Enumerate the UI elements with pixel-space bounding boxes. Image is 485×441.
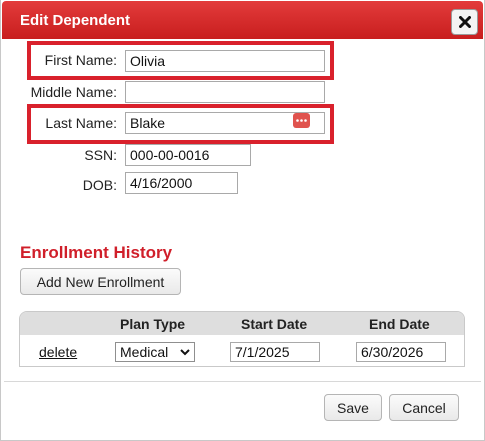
- dob-field[interactable]: [125, 172, 238, 194]
- enrollment-table: Plan Type Start Date End Date delete Med…: [19, 311, 465, 367]
- last-name-label: Last Name:: [45, 115, 117, 131]
- column-end-date: End Date: [369, 316, 430, 332]
- column-plan-type: Plan Type: [120, 316, 186, 332]
- middle-name-field[interactable]: [125, 81, 325, 103]
- dialog-titlebar[interactable]: Edit Dependent: [2, 1, 483, 39]
- cancel-button[interactable]: Cancel: [389, 394, 459, 421]
- enrollment-table-header: Plan Type Start Date End Date: [20, 312, 464, 335]
- save-button[interactable]: Save: [324, 394, 382, 421]
- password-manager-icon[interactable]: [293, 113, 310, 128]
- ssn-field[interactable]: [125, 144, 251, 166]
- middle-name-label: Middle Name:: [30, 84, 117, 100]
- dialog-title: Edit Dependent: [20, 12, 131, 29]
- end-date-field[interactable]: [356, 342, 446, 362]
- ssn-label: SSN:: [84, 147, 117, 163]
- first-name-label: First Name:: [44, 52, 117, 68]
- column-start-date: Start Date: [241, 316, 308, 332]
- footer-divider: [4, 381, 481, 382]
- add-new-enrollment-button[interactable]: Add New Enrollment: [20, 268, 181, 295]
- chevron-down-icon: [180, 349, 190, 356]
- close-button[interactable]: [451, 9, 478, 35]
- first-name-field[interactable]: [125, 50, 325, 72]
- dots-icon: [296, 119, 307, 122]
- plan-type-select[interactable]: Medical: [115, 342, 195, 362]
- enrollment-history-title: Enrollment History: [20, 243, 173, 262]
- edit-dependent-dialog: Edit Dependent First Name: Middle Name: …: [0, 0, 485, 441]
- close-x-icon: [458, 16, 471, 28]
- delete-link[interactable]: delete: [39, 344, 77, 360]
- start-date-field[interactable]: [230, 342, 320, 362]
- plan-type-value: Medical: [120, 344, 169, 360]
- dob-label: DOB:: [82, 177, 117, 193]
